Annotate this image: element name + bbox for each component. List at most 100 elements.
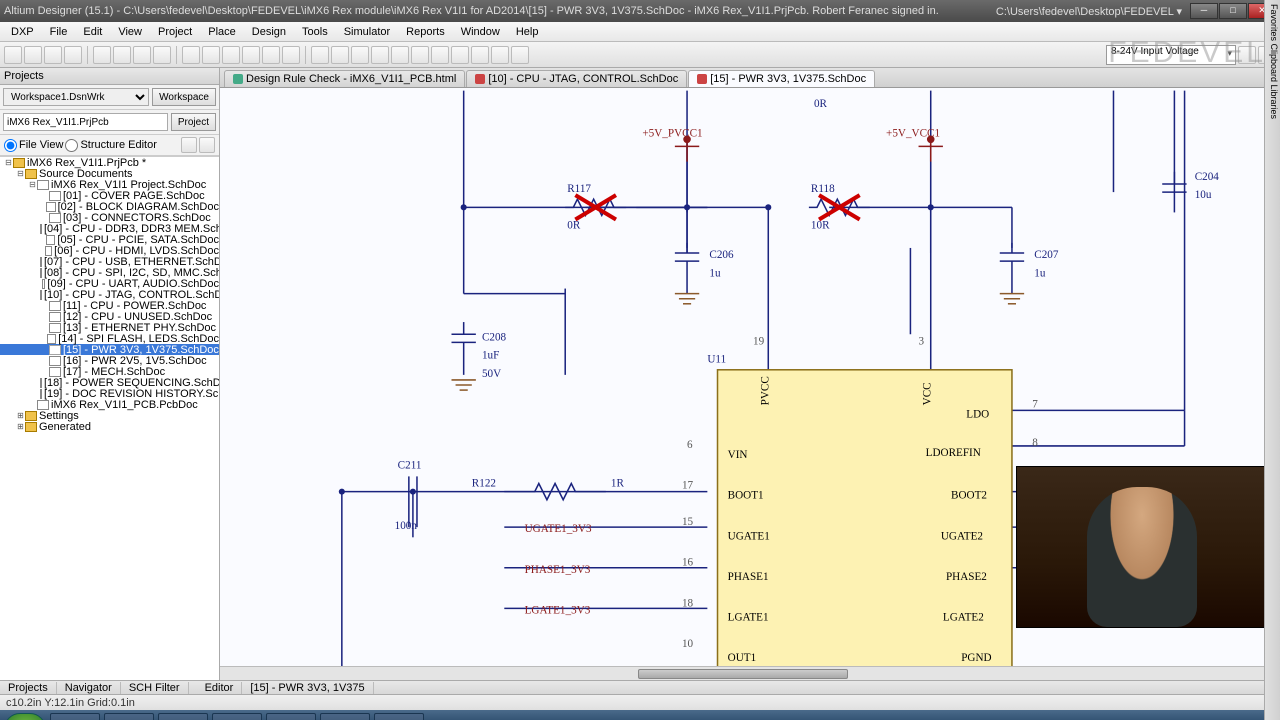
tree-node[interactable]: [06] - CPU - HDMI, LVDS.SchDoc xyxy=(0,245,219,256)
toolbar-button[interactable] xyxy=(511,46,529,64)
toolbar-button[interactable] xyxy=(44,46,62,64)
projects-panel: Projects Workspace1.DsnWrk Workspace Pro… xyxy=(0,68,220,680)
svg-text:6: 6 xyxy=(687,439,693,451)
toolbar-button[interactable] xyxy=(202,46,220,64)
tree-node[interactable]: [12] - CPU - UNUSED.SchDoc xyxy=(0,311,219,322)
menu-help[interactable]: Help xyxy=(509,24,546,40)
taskbar-item[interactable] xyxy=(212,713,262,720)
tree-node[interactable]: ⊞Settings xyxy=(0,410,219,421)
toolbar-button[interactable] xyxy=(93,46,111,64)
taskbar-item[interactable] xyxy=(50,713,100,720)
toolbar-button[interactable] xyxy=(491,46,509,64)
menu-view[interactable]: View xyxy=(111,24,149,40)
toolbar-button[interactable] xyxy=(182,46,200,64)
tree-node[interactable]: iMX6 Rex_V1I1_PCB.PcbDoc xyxy=(0,399,219,410)
project-button[interactable]: Project xyxy=(171,113,216,131)
menu-file[interactable]: File xyxy=(43,24,75,40)
toolbar-button[interactable] xyxy=(282,46,300,64)
tree-node[interactable]: [15] - PWR 3V3, 1V375.SchDoc xyxy=(0,344,219,355)
tree-node[interactable]: [07] - CPU - USB, ETHERNET.SchDoc xyxy=(0,256,219,267)
menu-window[interactable]: Window xyxy=(454,24,507,40)
taskbar-item[interactable] xyxy=(320,713,370,720)
document-tab[interactable]: [15] - PWR 3V3, 1V375.SchDoc xyxy=(688,70,875,87)
taskbar-item[interactable] xyxy=(266,713,316,720)
document-tab[interactable]: [10] - CPU - JTAG, CONTROL.SchDoc xyxy=(466,70,687,87)
tree-node[interactable]: [09] - CPU - UART, AUDIO.SchDoc xyxy=(0,278,219,289)
tree-node[interactable]: [02] - BLOCK DIAGRAM.SchDoc xyxy=(0,201,219,212)
workspace-select[interactable]: Workspace1.DsnWrk xyxy=(3,88,149,106)
toolbar-button[interactable] xyxy=(331,46,349,64)
toolbar-button[interactable] xyxy=(471,46,489,64)
toolbar-button[interactable] xyxy=(351,46,369,64)
toolbar-button[interactable] xyxy=(311,46,329,64)
tree-node[interactable]: [14] - SPI FLASH, LEDS.SchDoc xyxy=(0,333,219,344)
tree-node[interactable]: [16] - PWR 2V5, 1V5.SchDoc xyxy=(0,355,219,366)
tree-node[interactable]: ⊟Source Documents xyxy=(0,168,219,179)
toolbar-button[interactable] xyxy=(113,46,131,64)
file-view-radio[interactable]: File View xyxy=(4,139,63,152)
toolbar-button[interactable] xyxy=(242,46,260,64)
schematic-canvas[interactable]: +5V_PVCC1 +5V_VCC1 0R R117 0R R118 10R xyxy=(220,88,1280,680)
tree-node[interactable]: ⊟iMX6 Rex_V1I1 Project.SchDoc xyxy=(0,179,219,190)
editor-tab[interactable]: Editor xyxy=(197,682,243,694)
taskbar-item[interactable] xyxy=(374,713,424,720)
toolbar-button[interactable] xyxy=(4,46,22,64)
toolbar-button[interactable] xyxy=(371,46,389,64)
menu-edit[interactable]: Edit xyxy=(76,24,109,40)
toolbar-button[interactable] xyxy=(133,46,151,64)
start-button[interactable] xyxy=(4,713,46,720)
tree-node[interactable]: [19] - DOC REVISION HISTORY.SchDoc xyxy=(0,388,219,399)
menu-dxp[interactable]: DXP xyxy=(4,24,41,40)
menu-project[interactable]: Project xyxy=(151,24,199,40)
panel-tool-button[interactable] xyxy=(181,137,197,153)
doc-tab[interactable]: [15] - PWR 3V3, 1V375 xyxy=(242,682,373,694)
project-field[interactable] xyxy=(3,113,168,131)
status-bar: c10.2in Y:12.1in Grid:0.1in xyxy=(0,694,1280,710)
taskbar-item[interactable] xyxy=(104,713,154,720)
tree-node[interactable]: ⊟iMX6 Rex_V1I1.PrjPcb * xyxy=(0,157,219,168)
maximize-button[interactable]: □ xyxy=(1219,3,1247,19)
right-dock[interactable]: Favorites Clipboard Libraries xyxy=(1264,0,1280,720)
horizontal-scrollbar[interactable] xyxy=(220,666,1266,680)
menu-reports[interactable]: Reports xyxy=(399,24,452,40)
toolbar-button[interactable] xyxy=(64,46,82,64)
webcam-overlay xyxy=(1016,466,1266,628)
tree-node[interactable]: ⊞Generated xyxy=(0,421,219,432)
project-tree[interactable]: ⊟iMX6 Rex_V1I1.PrjPcb *⊟Source Documents… xyxy=(0,156,219,680)
menu-tools[interactable]: Tools xyxy=(295,24,335,40)
bottom-tab[interactable]: Navigator xyxy=(57,682,121,694)
menu-design[interactable]: Design xyxy=(245,24,293,40)
editor-area: Design Rule Check - iMX6_V1I1_PCB.html[1… xyxy=(220,68,1280,680)
toolbar-button[interactable] xyxy=(411,46,429,64)
minimize-button[interactable]: ─ xyxy=(1190,3,1218,19)
toolbar-button[interactable] xyxy=(451,46,469,64)
toolbar-button[interactable] xyxy=(222,46,240,64)
toolbar-button[interactable] xyxy=(262,46,280,64)
tree-node[interactable]: [11] - CPU - POWER.SchDoc xyxy=(0,300,219,311)
tree-node[interactable]: [10] - CPU - JTAG, CONTROL.SchDoc xyxy=(0,289,219,300)
svg-text:15: 15 xyxy=(682,516,694,528)
bottom-tab[interactable]: SCH Filter xyxy=(121,682,189,694)
toolbar-button[interactable] xyxy=(391,46,409,64)
tree-node[interactable]: [01] - COVER PAGE.SchDoc xyxy=(0,190,219,201)
toolbar-button[interactable] xyxy=(431,46,449,64)
workspace-button[interactable]: Workspace xyxy=(152,88,216,106)
tree-node[interactable]: [04] - CPU - DDR3, DDR3 MEM.SchDoc xyxy=(0,223,219,234)
menu-simulator[interactable]: Simulator xyxy=(337,24,397,40)
tree-node[interactable]: [03] - CONNECTORS.SchDoc xyxy=(0,212,219,223)
svg-text:10: 10 xyxy=(682,638,694,650)
toolbar-button[interactable] xyxy=(153,46,171,64)
tree-node[interactable]: [18] - POWER SEQUENCING.SchDoc xyxy=(0,377,219,388)
panel-tool-button[interactable] xyxy=(199,137,215,153)
tree-node[interactable]: [13] - ETHERNET PHY.SchDoc xyxy=(0,322,219,333)
tree-node[interactable]: [08] - CPU - SPI, I2C, SD, MMC.SchDoc xyxy=(0,267,219,278)
bottom-tab[interactable]: Projects xyxy=(0,682,57,694)
tree-node[interactable]: [17] - MECH.SchDoc xyxy=(0,366,219,377)
tree-node[interactable]: [05] - CPU - PCIE, SATA.SchDoc xyxy=(0,234,219,245)
structure-editor-radio[interactable]: Structure Editor xyxy=(65,139,156,152)
menu-place[interactable]: Place xyxy=(201,24,243,40)
svg-text:19: 19 xyxy=(753,335,765,347)
toolbar-button[interactable] xyxy=(24,46,42,64)
document-tab[interactable]: Design Rule Check - iMX6_V1I1_PCB.html xyxy=(224,70,465,87)
taskbar-item[interactable] xyxy=(158,713,208,720)
